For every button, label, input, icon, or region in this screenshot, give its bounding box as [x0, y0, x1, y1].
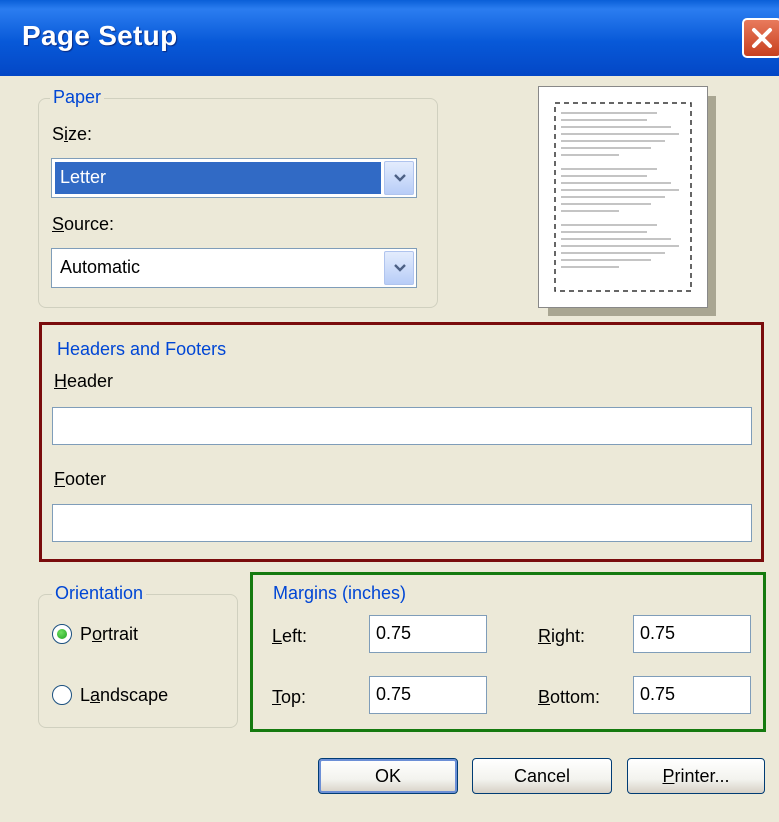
radio-selected-dot — [57, 629, 67, 639]
source-select[interactable]: Automatic — [51, 248, 417, 288]
headers-footers-legend: Headers and Footers — [54, 338, 230, 360]
dialog-body: Paper Size: Letter Source: Automatic Hea… — [0, 76, 779, 822]
mnemonic-letter: i — [64, 124, 69, 144]
margins-legend: Margins (inches) — [270, 582, 410, 604]
mnemonic-letter: a — [90, 685, 101, 705]
printer-button[interactable]: Printer... — [627, 758, 765, 794]
source-label: Source: — [52, 214, 115, 234]
landscape-label[interactable]: Landscape — [80, 684, 168, 706]
mnemonic-letter: o — [92, 624, 103, 644]
mnemonic-letter: S — [52, 214, 65, 234]
footer-input[interactable] — [52, 504, 752, 542]
mnemonic-letter: T — [272, 687, 281, 707]
paper-legend: Paper — [50, 86, 105, 108]
orientation-legend: Orientation — [52, 582, 147, 604]
right-margin-input[interactable]: 0.75 — [633, 615, 751, 653]
size-label-text: Size: — [52, 124, 93, 144]
chevron-down-icon — [394, 264, 406, 272]
size-dropdown-button[interactable] — [384, 161, 414, 195]
page-preview-icon — [538, 86, 708, 308]
left-margin-input[interactable]: 0.75 — [369, 615, 487, 653]
header-input[interactable] — [52, 407, 752, 445]
mnemonic-letter: F — [54, 469, 65, 489]
close-button[interactable] — [742, 18, 779, 58]
size-label: Size: — [52, 123, 92, 145]
orientation-group — [38, 594, 238, 728]
portrait-label[interactable]: Portrait — [80, 623, 138, 645]
right-margin-label: Right: — [538, 626, 586, 646]
header-label: Header — [54, 371, 114, 391]
top-margin-label: Top: — [272, 687, 307, 707]
cancel-button[interactable]: Cancel — [472, 758, 612, 794]
bottom-margin-input[interactable]: 0.75 — [633, 676, 751, 714]
bottom-margin-label: Bottom: — [538, 687, 601, 707]
mnemonic-letter: P — [662, 766, 675, 786]
title-bar: Page Setup — [0, 0, 779, 76]
mnemonic-letter: B — [538, 687, 551, 707]
landscape-radio[interactable] — [52, 685, 72, 705]
ok-button[interactable]: OK — [318, 758, 458, 794]
close-icon — [752, 28, 772, 48]
size-select[interactable]: Letter — [51, 158, 417, 198]
source-dropdown-button[interactable] — [384, 251, 414, 285]
footer-label: Footer — [54, 469, 107, 489]
chevron-down-icon — [394, 174, 406, 182]
dialog-title: Page Setup — [22, 20, 178, 51]
mnemonic-letter: L — [272, 626, 283, 646]
mnemonic-letter: H — [54, 371, 67, 391]
mnemonic-letter: R — [538, 626, 551, 646]
portrait-radio[interactable] — [52, 624, 72, 644]
source-select-value: Automatic — [60, 257, 141, 277]
top-margin-input[interactable]: 0.75 — [369, 676, 487, 714]
size-select-value: Letter — [55, 162, 381, 194]
left-margin-label: Left: — [272, 626, 308, 646]
